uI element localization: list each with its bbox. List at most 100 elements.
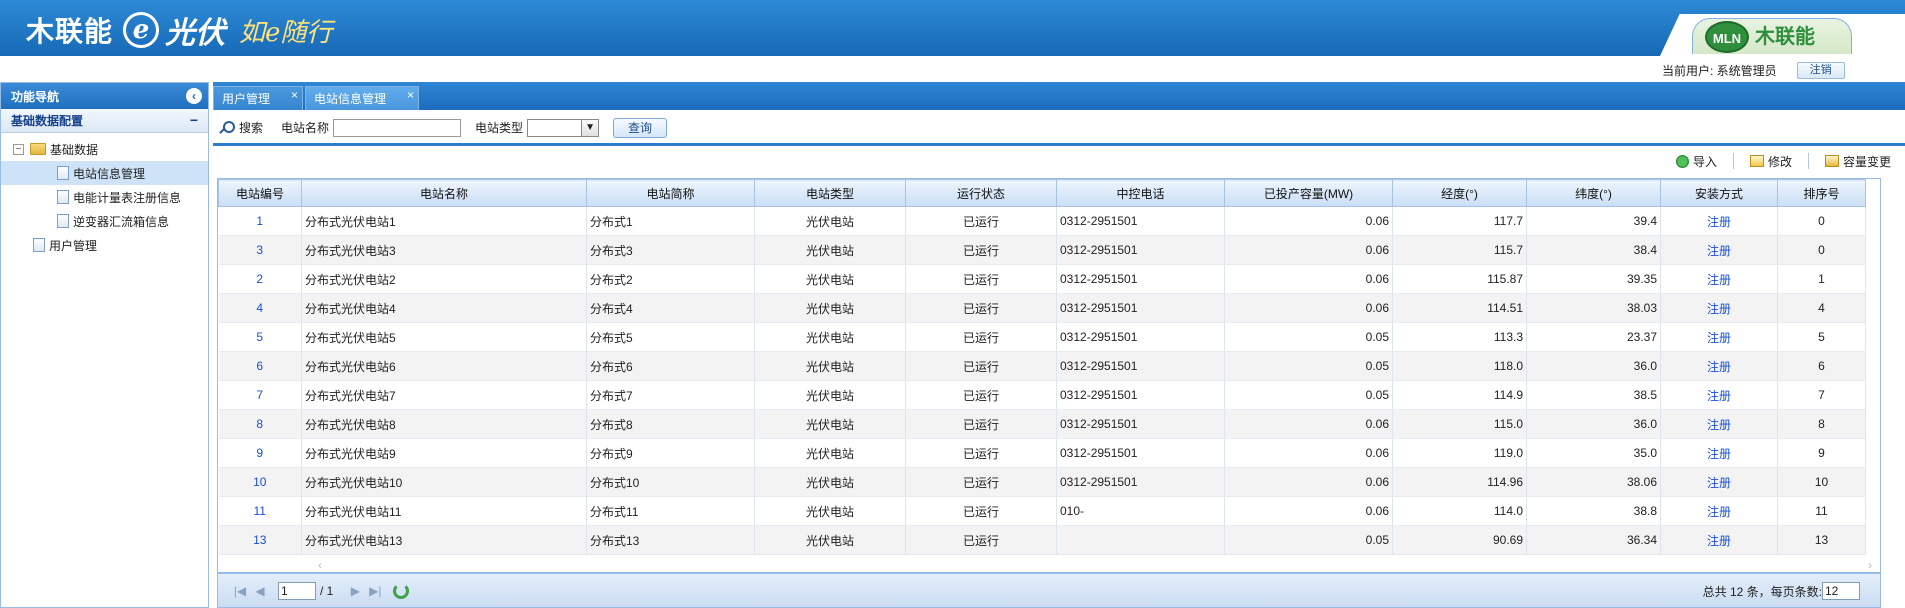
cell-station-short-name: 分布式13 — [586, 525, 755, 555]
logo-pv: 光伏 — [165, 16, 226, 51]
cell-station-name: 分布式光伏电站11 — [301, 496, 587, 526]
company-logo-tab: MLN 木联能 — [1692, 18, 1852, 54]
app-logo: 木联能 e 光伏 如e随行 — [26, 10, 332, 51]
station-name-input[interactable] — [333, 118, 462, 137]
cell-latitude: 38.06 — [1526, 467, 1661, 497]
cell-station-name: 分布式光伏电站13 — [301, 525, 587, 555]
prev-page-icon[interactable]: ◀ — [252, 583, 268, 599]
cell-station-type: 光伏电站 — [754, 525, 906, 555]
cell-install-method[interactable]: 注册 — [1660, 409, 1778, 439]
query-button[interactable]: 查询 — [613, 117, 668, 138]
tree-node-station-info[interactable]: 电站信息管理 — [1, 161, 208, 185]
cell-capacity: 0.06 — [1224, 438, 1393, 468]
cell-station-name: 分布式光伏电站5 — [301, 322, 587, 352]
cell-install-method[interactable]: 注册 — [1660, 525, 1778, 555]
cell-install-method[interactable]: 注册 — [1660, 380, 1778, 410]
scroll-left-icon[interactable]: ‹ — [318, 558, 322, 572]
column-header-latitude[interactable]: 纬度(°) — [1526, 179, 1661, 207]
column-header-station-name[interactable]: 电站名称 — [301, 179, 587, 207]
close-icon[interactable]: × — [407, 83, 414, 107]
last-page-icon[interactable]: ▶| — [367, 583, 383, 599]
column-header-install-method[interactable]: 安装方式 — [1660, 179, 1778, 207]
capacity-change-button[interactable]: 容量变更 — [1824, 153, 1891, 170]
table-row[interactable]: 1 分布式光伏电站1 分布式1 光伏电站 已运行 0312-2951501 0.06 117.… — [218, 206, 1866, 236]
logout-button[interactable]: 注销 — [1796, 62, 1845, 79]
tree-node-user-management[interactable]: 用户管理 — [1, 233, 208, 257]
collapse-left-icon[interactable]: ‹ — [186, 88, 202, 104]
cell-install-method[interactable]: 注册 — [1660, 322, 1778, 352]
table-row[interactable]: 9 分布式光伏电站9 分布式9 光伏电站 已运行 0312-2951501 0.06 119.… — [218, 438, 1866, 468]
column-header-station-short-name[interactable]: 电站简称 — [586, 179, 755, 207]
station-type-select[interactable]: ▼ — [527, 118, 600, 137]
table-row[interactable]: 11 分布式光伏电站11 分布式11 光伏电站 已运行 010- 0.06 114.0 38.8… — [218, 496, 1866, 526]
tree-node-inverter-info[interactable]: 逆变器汇流箱信息 — [1, 209, 208, 233]
table-row[interactable]: 4 分布式光伏电站4 分布式4 光伏电站 已运行 0312-2951501 0.06 114.… — [218, 293, 1866, 323]
edit-label: 修改 — [1767, 154, 1792, 169]
table-row[interactable]: 7 分布式光伏电站7 分布式7 光伏电站 已运行 0312-2951501 0.05 114.… — [218, 380, 1866, 410]
nav-tree: − 基础数据 电站信息管理 电能计量表注册信息 逆变器汇流箱信息 用户管理 — [1, 133, 208, 257]
cell-longitude: 115.0 — [1392, 409, 1527, 439]
chevron-down-icon[interactable]: ▼ — [581, 119, 599, 136]
cell-install-method[interactable]: 注册 — [1660, 264, 1778, 294]
sidebar-section-header[interactable]: 基础数据配置 − — [1, 109, 208, 133]
column-header-station-id[interactable]: 电站编号 — [218, 179, 302, 207]
cell-install-method[interactable]: 注册 — [1660, 293, 1778, 323]
cell-sort-order: 7 — [1777, 380, 1866, 410]
column-header-run-status[interactable]: 运行状态 — [905, 179, 1057, 207]
table-row[interactable]: 2 分布式光伏电站2 分布式2 光伏电站 已运行 0312-2951501 0.06 115.… — [218, 264, 1866, 294]
cell-install-method[interactable]: 注册 — [1660, 235, 1778, 265]
table-row[interactable]: 5 分布式光伏电站5 分布式5 光伏电站 已运行 0312-2951501 0.05 113.… — [218, 322, 1866, 352]
cell-station-type: 光伏电站 — [754, 351, 906, 381]
cell-install-method[interactable]: 注册 — [1660, 438, 1778, 468]
page-number-input[interactable]: 1 — [278, 581, 316, 600]
cell-station-name: 分布式光伏电站6 — [301, 351, 587, 381]
cell-station-name: 分布式光伏电站8 — [301, 409, 587, 439]
table-row[interactable]: 6 分布式光伏电站6 分布式6 光伏电站 已运行 0312-2951501 0.05 118.… — [218, 351, 1866, 381]
cell-run-status: 已运行 — [905, 293, 1057, 323]
cell-control-phone — [1056, 525, 1225, 555]
pager-summary: 总共 12 条，每页条数: 12 — [1703, 582, 1860, 600]
next-page-icon[interactable]: ▶ — [347, 583, 363, 599]
cell-capacity: 0.06 — [1224, 264, 1393, 294]
cell-install-method[interactable]: 注册 — [1660, 467, 1778, 497]
cell-station-name: 分布式光伏电站10 — [301, 467, 587, 497]
close-icon[interactable]: × — [291, 83, 298, 107]
table-row[interactable]: 10 分布式光伏电站10 分布式10 光伏电站 已运行 0312-2951501 0.06 1… — [218, 467, 1866, 497]
tree-node-basic-data[interactable]: − 基础数据 — [1, 137, 208, 161]
column-header-longitude[interactable]: 经度(°) — [1392, 179, 1527, 207]
tree-node-label: 基础数据 — [50, 142, 99, 157]
divider — [1732, 153, 1734, 169]
cell-station-id: 10 — [218, 467, 302, 497]
column-header-control-phone[interactable]: 中控电话 — [1056, 179, 1225, 207]
cell-control-phone: 0312-2951501 — [1056, 264, 1225, 294]
cell-station-id: 9 — [218, 438, 302, 468]
cell-install-method[interactable]: 注册 — [1660, 351, 1778, 381]
table-row[interactable]: 13 分布式光伏电站13 分布式13 光伏电站 已运行 0.05 90.69 36.34 注册 1… — [218, 525, 1866, 555]
record-summary: 总共 12 条，每页条数: — [1702, 584, 1822, 599]
cell-station-type: 光伏电站 — [754, 409, 906, 439]
tree-node-meter-registration[interactable]: 电能计量表注册信息 — [1, 185, 208, 209]
cell-longitude: 115.87 — [1392, 264, 1527, 294]
table-row[interactable]: 3 分布式光伏电站3 分布式3 光伏电站 已运行 0312-2951501 0.06 115.… — [218, 235, 1866, 265]
column-header-capacity[interactable]: 已投产容量(MW) — [1224, 179, 1393, 207]
tree-collapse-icon[interactable]: − — [13, 143, 24, 155]
cell-station-type: 光伏电站 — [754, 235, 906, 265]
column-header-sort-order[interactable]: 排序号 — [1777, 179, 1866, 207]
first-page-icon[interactable]: |◀ — [232, 583, 248, 599]
search-toolbar: 搜索 电站名称 电站类型 ▼ 查询 — [213, 112, 1905, 146]
tab-strip: 用户管理 × 电站信息管理 × — [213, 82, 1905, 110]
tab-user-management[interactable]: 用户管理 × — [213, 86, 303, 110]
refresh-icon[interactable] — [393, 582, 410, 599]
horizontal-scrollbar[interactable]: ‹ › — [218, 558, 1880, 572]
table-row[interactable]: 8 分布式光伏电站8 分布式8 光伏电站 已运行 0312-2951501 0.06 115.… — [218, 409, 1866, 439]
edit-button[interactable]: 修改 — [1749, 153, 1792, 170]
cell-install-method[interactable]: 注册 — [1660, 496, 1778, 526]
scroll-right-icon[interactable]: › — [1868, 558, 1872, 572]
cell-install-method[interactable]: 注册 — [1660, 206, 1778, 236]
tab-station-info[interactable]: 电站信息管理 × — [305, 86, 419, 110]
import-button[interactable]: 导入 — [1675, 153, 1717, 170]
cell-latitude: 23.37 — [1526, 322, 1661, 352]
column-header-station-type[interactable]: 电站类型 — [754, 179, 906, 207]
section-collapse-icon[interactable]: − — [190, 112, 198, 128]
page-size-input[interactable]: 12 — [1822, 582, 1860, 600]
